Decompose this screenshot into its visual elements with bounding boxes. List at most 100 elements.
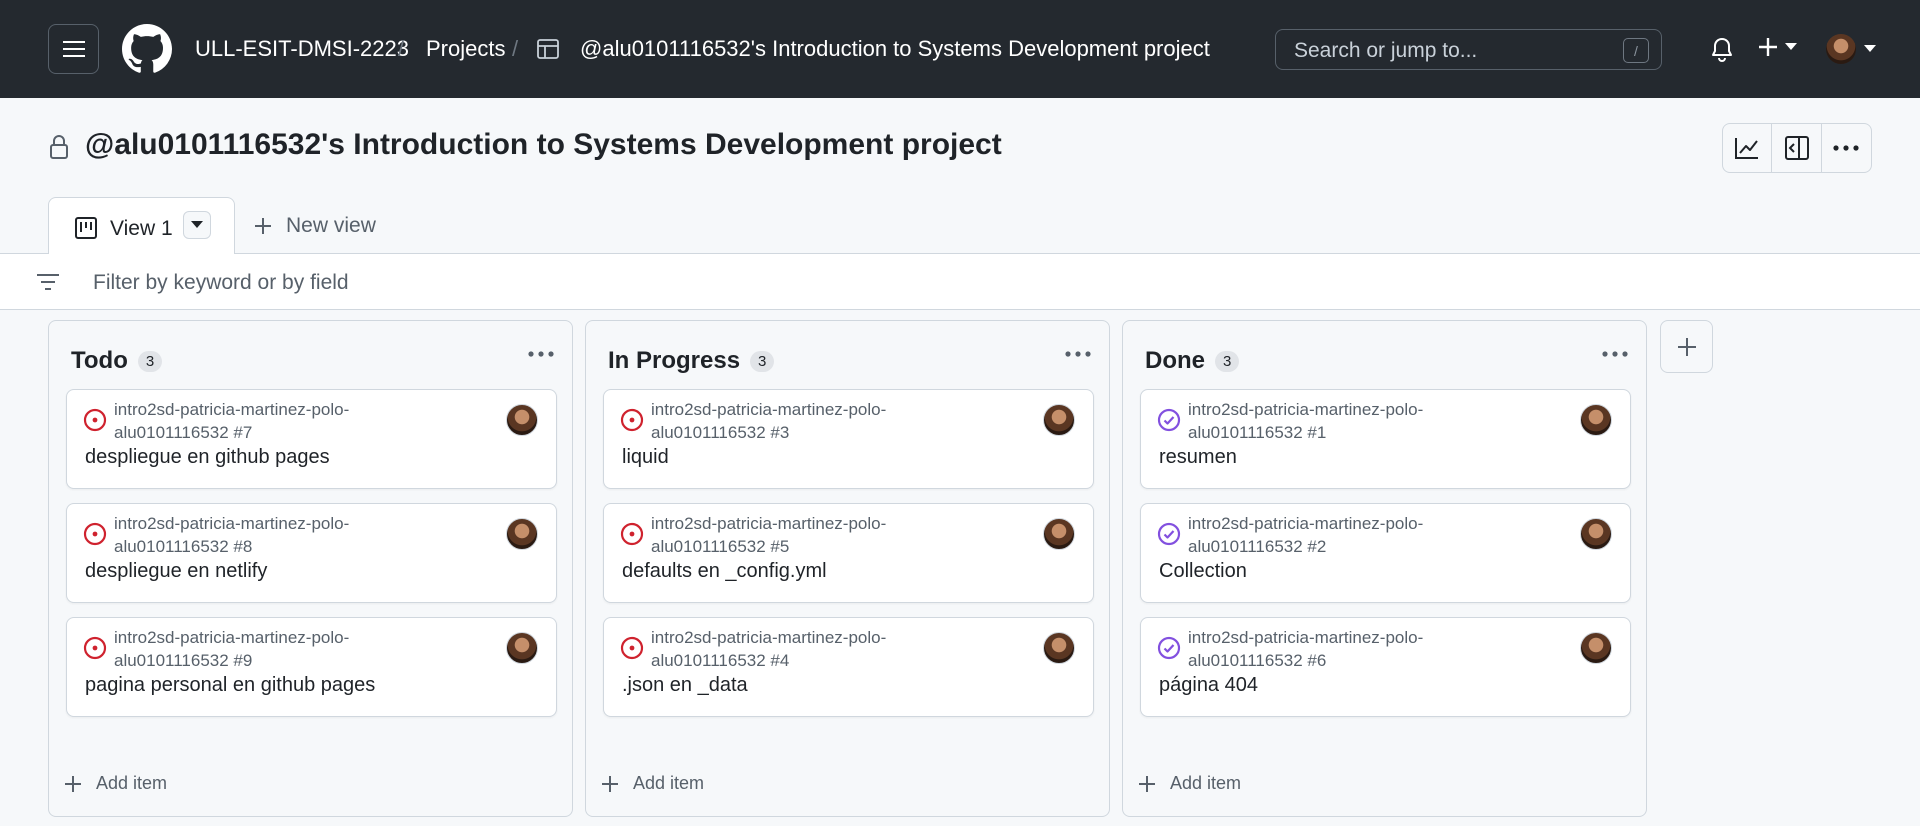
insights-button[interactable] bbox=[1723, 124, 1773, 172]
graph-icon bbox=[1735, 138, 1759, 159]
column-title: Todo bbox=[71, 347, 128, 374]
breadcrumb-org[interactable]: ULL-ESIT-DMSI-2223 bbox=[195, 36, 409, 62]
issue-closed-icon bbox=[1157, 636, 1181, 660]
user-menu-button[interactable] bbox=[1826, 34, 1876, 64]
card-repo[interactable]: intro2sd-patricia-martinez-polo-alu01011… bbox=[651, 512, 951, 558]
plus-icon bbox=[1677, 337, 1696, 356]
card-title[interactable]: defaults en _config.yml bbox=[622, 560, 827, 583]
top-header: ULL-ESIT-DMSI-2223 / Projects / @alu0101… bbox=[0, 0, 1920, 98]
tab-view-1[interactable]: View 1 bbox=[48, 197, 235, 254]
lock-icon bbox=[50, 135, 68, 159]
card-title[interactable]: liquid bbox=[622, 446, 669, 469]
issue-card[interactable]: intro2sd-patricia-martinez-polo-alu01011… bbox=[1140, 389, 1631, 489]
column-count-badge: 3 bbox=[137, 350, 163, 372]
board-column-in-progress: In Progress 3 intro2sd-patricia-martinez… bbox=[585, 320, 1110, 817]
avatar bbox=[1580, 632, 1612, 664]
plus-icon bbox=[602, 775, 618, 792]
add-item-button[interactable]: Add item bbox=[64, 773, 167, 794]
card-title[interactable]: .json en _data bbox=[622, 674, 748, 697]
add-item-label: Add item bbox=[96, 773, 168, 793]
card-title[interactable]: despliegue en netlify bbox=[85, 560, 267, 583]
card-title[interactable]: Collection bbox=[1159, 560, 1247, 583]
github-logo-icon[interactable] bbox=[122, 24, 172, 74]
create-new-button[interactable] bbox=[1757, 36, 1797, 58]
page-title: @alu0101116532's Introduction to Systems… bbox=[85, 128, 1002, 161]
issue-card[interactable]: intro2sd-patricia-martinez-polo-alu01011… bbox=[603, 389, 1094, 489]
issue-open-icon bbox=[83, 522, 107, 546]
card-repo[interactable]: intro2sd-patricia-martinez-polo-alu01011… bbox=[651, 398, 951, 444]
issue-closed-icon bbox=[1157, 408, 1181, 432]
kebab-horizontal-icon[interactable] bbox=[1602, 351, 1628, 357]
avatar bbox=[506, 404, 538, 436]
kebab-horizontal-icon[interactable] bbox=[528, 351, 554, 357]
menu-button[interactable] bbox=[48, 24, 99, 74]
avatar bbox=[1043, 632, 1075, 664]
add-item-button[interactable]: Add item bbox=[601, 773, 704, 794]
hamburger-icon bbox=[62, 41, 85, 57]
issue-card[interactable]: intro2sd-patricia-martinez-polo-alu01011… bbox=[603, 503, 1094, 603]
avatar bbox=[506, 632, 538, 664]
filter-bar: Filter by keyword or by field bbox=[0, 253, 1920, 310]
avatar bbox=[1043, 518, 1075, 550]
card-repo[interactable]: intro2sd-patricia-martinez-polo-alu01011… bbox=[1188, 398, 1488, 444]
column-title: Done bbox=[1145, 347, 1205, 374]
board-column-done: Done 3 intro2sd-patricia-martinez-polo-a… bbox=[1122, 320, 1647, 817]
new-view-label: New view bbox=[286, 214, 376, 237]
card-title[interactable]: pagina personal en github pages bbox=[85, 674, 375, 697]
card-repo[interactable]: intro2sd-patricia-martinez-polo-alu01011… bbox=[1188, 512, 1488, 558]
plus-icon bbox=[1139, 775, 1155, 792]
breadcrumb-separator: / bbox=[512, 36, 519, 61]
issue-card[interactable]: intro2sd-patricia-martinez-polo-alu01011… bbox=[603, 617, 1094, 717]
card-title[interactable]: despliegue en github pages bbox=[85, 446, 330, 469]
card-repo[interactable]: intro2sd-patricia-martinez-polo-alu01011… bbox=[1188, 626, 1488, 672]
bell-icon[interactable] bbox=[1710, 37, 1734, 63]
column-header: Todo 3 bbox=[71, 347, 163, 375]
sidepanel-icon bbox=[1784, 136, 1809, 160]
issue-open-icon bbox=[83, 636, 107, 660]
filter-input[interactable]: Filter by keyword or by field bbox=[93, 271, 349, 295]
avatar bbox=[506, 518, 538, 550]
plus-icon bbox=[1759, 38, 1777, 56]
search-placeholder: Search or jump to... bbox=[1294, 39, 1478, 62]
add-item-label: Add item bbox=[633, 773, 705, 793]
table-icon bbox=[537, 39, 559, 59]
add-column-button[interactable] bbox=[1660, 320, 1713, 373]
more-options-button[interactable] bbox=[1822, 124, 1871, 172]
column-count-badge: 3 bbox=[1215, 350, 1240, 372]
issue-open-icon bbox=[620, 408, 644, 432]
column-header: Done 3 bbox=[1145, 347, 1240, 375]
new-view-button[interactable]: New view bbox=[254, 214, 376, 238]
card-repo[interactable]: intro2sd-patricia-martinez-polo-alu01011… bbox=[114, 626, 414, 672]
project-board-icon bbox=[75, 217, 97, 239]
issue-closed-icon bbox=[1157, 522, 1181, 546]
board-column-todo: Todo 3 intro2sd-patricia-martinez-polo-a… bbox=[48, 320, 573, 817]
issue-card[interactable]: intro2sd-patricia-martinez-polo-alu01011… bbox=[1140, 617, 1631, 717]
issue-card[interactable]: intro2sd-patricia-martinez-polo-alu01011… bbox=[66, 503, 557, 603]
card-title[interactable]: resumen bbox=[1159, 446, 1237, 469]
add-item-label: Add item bbox=[1170, 773, 1242, 793]
card-title[interactable]: página 404 bbox=[1159, 674, 1258, 697]
filter-icon bbox=[37, 274, 59, 290]
caret-down-icon bbox=[191, 221, 203, 228]
card-repo[interactable]: intro2sd-patricia-martinez-polo-alu01011… bbox=[651, 626, 951, 672]
tab-label: View 1 bbox=[110, 217, 173, 240]
column-header: In Progress 3 bbox=[608, 347, 775, 375]
kebab-horizontal-icon bbox=[1833, 145, 1859, 151]
add-item-button[interactable]: Add item bbox=[1138, 773, 1241, 794]
breadcrumb-projects[interactable]: Projects bbox=[426, 36, 505, 62]
view-options-dropdown[interactable] bbox=[183, 211, 211, 239]
search-shortcut-key: / bbox=[1623, 38, 1649, 63]
card-repo[interactable]: intro2sd-patricia-martinez-polo-alu01011… bbox=[114, 398, 414, 444]
avatar bbox=[1580, 518, 1612, 550]
breadcrumb-project[interactable]: @alu0101116532's Introduction to Systems… bbox=[580, 36, 1210, 62]
avatar bbox=[1043, 404, 1075, 436]
card-repo[interactable]: intro2sd-patricia-martinez-polo-alu01011… bbox=[114, 512, 414, 558]
column-count-badge: 3 bbox=[750, 350, 775, 372]
side-panel-button[interactable] bbox=[1772, 124, 1822, 172]
plus-icon bbox=[65, 775, 81, 792]
search-input[interactable]: Search or jump to... / bbox=[1275, 29, 1662, 70]
kebab-horizontal-icon[interactable] bbox=[1065, 351, 1091, 357]
issue-card[interactable]: intro2sd-patricia-martinez-polo-alu01011… bbox=[66, 389, 557, 489]
issue-card[interactable]: intro2sd-patricia-martinez-polo-alu01011… bbox=[1140, 503, 1631, 603]
issue-card[interactable]: intro2sd-patricia-martinez-polo-alu01011… bbox=[66, 617, 557, 717]
